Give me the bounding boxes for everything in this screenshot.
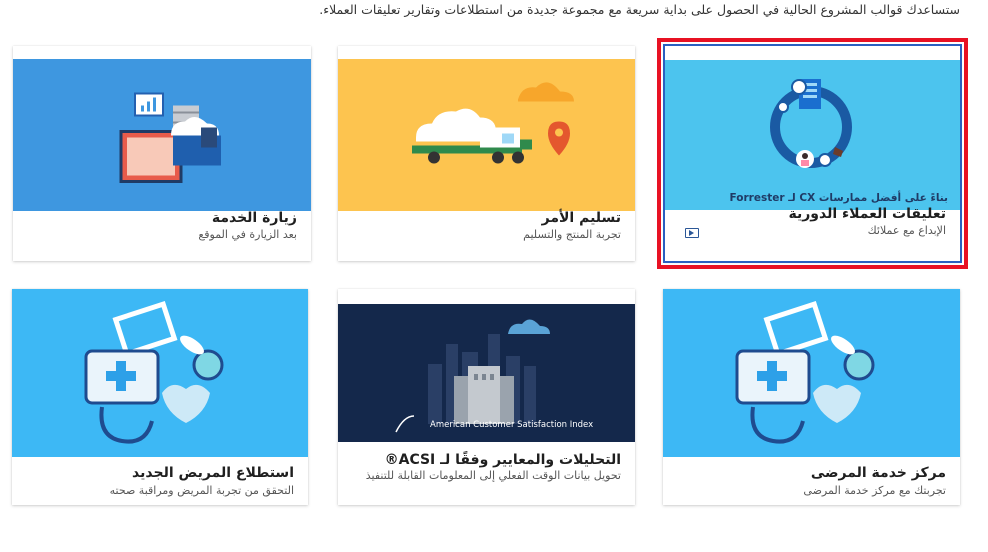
thumbnail-periodic-feedback: بناءً على أفضل ممارسات CX لـ Forrester bbox=[665, 60, 960, 210]
card-title: استطلاع المريض الجديد bbox=[132, 465, 294, 481]
template-card-patient-service-center[interactable]: مركز خدمة المرضى تجربتك مع مركز خدمة الم… bbox=[663, 289, 960, 505]
card-title: التحليلات والمعايير وفقًا لـ ACSI® bbox=[384, 452, 621, 468]
template-card-order-delivery[interactable]: تسليم الأمر تجربة المنتج والتسليم bbox=[338, 46, 635, 261]
template-card-periodic-feedback[interactable]: بناءً على أفضل ممارسات CX لـ Forrester ت… bbox=[665, 46, 960, 261]
thumbnail-service-visit bbox=[13, 59, 311, 211]
card-title: مركز خدمة المرضى bbox=[810, 465, 946, 481]
thumbnail-caption: بناءً على أفضل ممارسات CX لـ Forrester bbox=[729, 192, 948, 204]
play-video-icon[interactable] bbox=[685, 228, 699, 238]
medical-kit-illustration bbox=[84, 301, 224, 444]
card-subtitle: الإبداع مع عملائك bbox=[867, 224, 946, 237]
card-subtitle: التحقق من تجربة المريض ومراقبة صحته bbox=[109, 484, 294, 497]
card-subtitle: تجربة المنتج والتسليم bbox=[523, 228, 621, 241]
card-title: تعليقات العملاء الدورية bbox=[788, 206, 946, 222]
feedback-cycle-illustration bbox=[770, 79, 852, 168]
delivery-truck-illustration bbox=[412, 82, 574, 164]
thumbnail-order-delivery bbox=[338, 59, 635, 211]
intro-text: ستساعدك قوالب المشروع الحالية في الحصول … bbox=[319, 2, 960, 17]
card-subtitle: تجربتك مع مركز خدمة المرضى bbox=[803, 484, 946, 497]
thumbnail-acsi: American Customer Satisfaction Index bbox=[338, 304, 635, 442]
card-subtitle: بعد الزيارة في الموقع bbox=[198, 228, 297, 241]
thumbnail-caption: American Customer Satisfaction Index bbox=[430, 420, 594, 430]
card-subtitle: تحويل بيانات الوقت الفعلي إلى المعلومات … bbox=[365, 469, 621, 482]
thumbnail-patient-service-center bbox=[663, 289, 960, 457]
template-card-new-patient-survey[interactable]: استطلاع المريض الجديد التحقق من تجربة ال… bbox=[12, 289, 308, 505]
service-visit-illustration bbox=[119, 92, 221, 183]
card-title: زيارة الخدمة bbox=[211, 210, 297, 226]
medical-kit-illustration bbox=[735, 301, 875, 444]
card-title: تسليم الأمر bbox=[541, 210, 621, 226]
template-card-acsi-analytics[interactable]: American Customer Satisfaction Index الت… bbox=[338, 289, 635, 505]
template-card-service-visit[interactable]: زيارة الخدمة بعد الزيارة في الموقع bbox=[13, 46, 311, 261]
thumbnail-new-patient-survey bbox=[12, 289, 308, 457]
